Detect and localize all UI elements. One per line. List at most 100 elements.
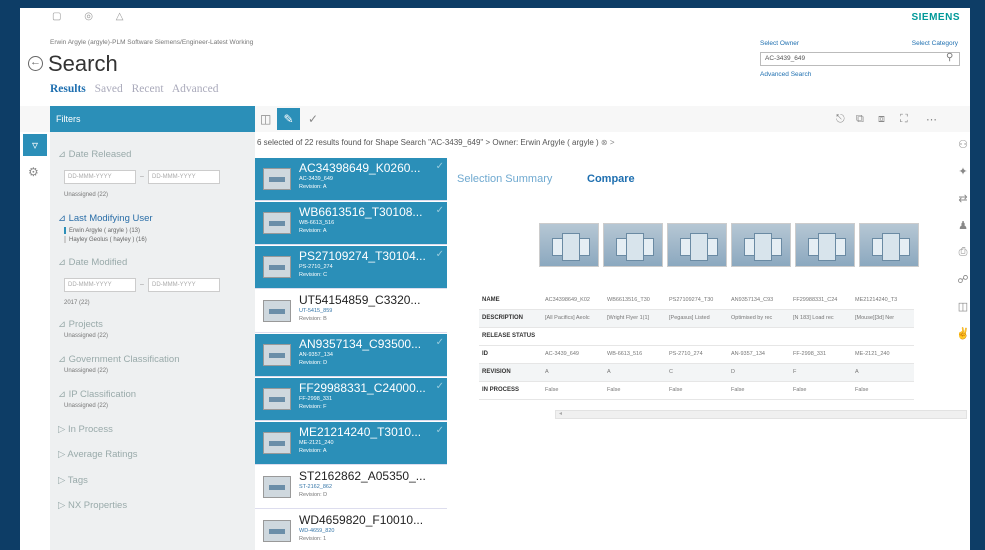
filter-average-ratings[interactable]: ▷ Average Ratings <box>58 449 137 460</box>
tab-recent[interactable]: Recent <box>132 83 164 95</box>
tab-selection-summary[interactable]: Selection Summary <box>457 173 552 185</box>
checkmark-icon[interactable]: ✓ <box>308 112 318 126</box>
filter-date-modified[interactable]: ⊿ Date Modified <box>58 257 127 268</box>
compare-cell: PS-2710_274 <box>666 345 728 364</box>
filter-tags[interactable]: ▷ Tags <box>58 475 88 486</box>
compare-cell <box>542 327 604 346</box>
compare-row-label: NAME <box>479 291 542 310</box>
year-count[interactable]: 2017 (22) <box>64 300 90 306</box>
result-row[interactable]: ST2162862_A05350_... ST-2162_862 Revision:… <box>255 466 447 509</box>
result-row[interactable]: PS27109274_T30104... PS-2710_274 Revision:… <box>255 246 447 289</box>
open-icon[interactable]: ⧈ <box>878 113 885 126</box>
owner-search-input[interactable]: AC-3439_649 <box>760 52 960 66</box>
date-modified-from[interactable]: DD-MMM-YYYY <box>64 278 136 292</box>
compare-row-label: DESCRIPTION <box>479 309 542 328</box>
compare-cell: ME-2121_240 <box>852 345 914 364</box>
fullscreen-icon[interactable]: ⛶ <box>900 113 908 126</box>
filter-projects[interactable]: ⊿ Projects <box>58 319 103 330</box>
tab-advanced[interactable]: Advanced <box>172 83 219 95</box>
result-revision: Revision: F <box>299 404 327 410</box>
part-thumbnail <box>263 432 291 454</box>
advanced-search-link[interactable]: Advanced Search <box>760 71 811 78</box>
ip-count[interactable]: Unassigned (22) <box>64 403 108 409</box>
edit-pencil-icon[interactable]: ✎ <box>277 108 300 130</box>
result-row[interactable]: WB6613516_T30108... WB-6613_516 Revision: … <box>255 202 447 245</box>
compare-cell <box>666 327 728 346</box>
filter-nx-properties[interactable]: ▷ NX Properties <box>58 500 127 511</box>
selected-check-icon[interactable]: ✓ <box>436 337 444 348</box>
result-id[interactable]: WD-4659_820 <box>299 528 334 534</box>
result-id[interactable]: ME-2121_240 <box>299 440 334 446</box>
compare-row-label: RELEASE STATUS <box>479 327 542 346</box>
swap-icon[interactable]: ⇄ <box>956 192 970 219</box>
result-row[interactable]: WD4659820_F10010... WD-4659_820 Revision: … <box>255 510 447 550</box>
projects-count[interactable]: Unassigned (22) <box>64 333 108 339</box>
compare-row: IN PROCESS False False False False False False <box>479 381 914 400</box>
selected-check-icon[interactable]: ✓ <box>436 205 444 216</box>
settings-gear-icon[interactable]: ⚙ <box>28 165 39 179</box>
result-row[interactable]: AC34398649_K0260... AC-3439_649 Revision: … <box>255 158 447 201</box>
result-id[interactable]: AN-9357_134 <box>299 352 333 358</box>
part-thumbnail <box>263 256 291 278</box>
select-category-label[interactable]: Select Category <box>912 40 958 47</box>
compare-row-label: IN PROCESS <box>479 381 542 400</box>
compare-cell: A <box>852 363 914 382</box>
panel-toggle-icon[interactable]: ◫ <box>260 112 271 126</box>
document-icon[interactable]: ◫ <box>956 300 970 327</box>
part-thumbnail <box>263 520 291 542</box>
filter-last-modifying-user[interactable]: ⊿ Last Modifying User <box>58 213 153 224</box>
compare-cell: AC-3439_649 <box>542 345 604 364</box>
selected-check-icon[interactable]: ✓ <box>436 249 444 260</box>
date-modified-to[interactable]: DD-MMM-YYYY <box>148 278 220 292</box>
print-icon[interactable]: ⎙ <box>956 246 970 273</box>
date-released-to[interactable]: DD-MMM-YYYY <box>148 170 220 184</box>
link-icon[interactable]: ☍ <box>956 273 970 300</box>
result-id[interactable]: AC-3439_649 <box>299 176 333 182</box>
result-id[interactable]: ST-2162_862 <box>299 484 332 490</box>
owner-filter-chip[interactable]: Owner: Erwin Argyle ( argyle ) <box>492 138 598 147</box>
remove-filter-icon[interactable]: ⊗ > <box>601 138 615 147</box>
window-icons[interactable]: ▢ ◎ △ <box>52 11 133 22</box>
user-search-icon[interactable]: ⚇ <box>956 138 970 165</box>
tab-results[interactable]: Results <box>50 83 86 95</box>
user-filter-item[interactable]: Hayley Geolus ( hayley ) (16) <box>64 236 147 243</box>
filter-funnel-icon[interactable]: ▿ <box>23 134 47 156</box>
selected-check-icon[interactable]: ✓ <box>436 425 444 436</box>
filter-date-modified-label: Date Modified <box>68 257 128 268</box>
tab-compare[interactable]: Compare <box>587 173 635 185</box>
horizontal-scrollbar[interactable]: ◂ <box>555 410 967 419</box>
people-icon[interactable]: ♟ <box>956 219 970 246</box>
result-row[interactable]: FF29988331_C24000... FF-2998_331 Revision:… <box>255 378 447 421</box>
result-revision: Revision: 1 <box>299 536 327 542</box>
app-window: ▢ ◎ △ SIEMENS Erwin Argyle (argyle)-PLM … <box>20 8 970 550</box>
selected-check-icon[interactable]: ✓ <box>436 161 444 172</box>
user-filter-item[interactable]: Erwin Argyle ( argyle ) (13) <box>64 227 140 234</box>
share-icon[interactable]: ⎋ <box>836 113 845 126</box>
result-id[interactable]: WB-6613_516 <box>299 220 334 226</box>
filter-date-released[interactable]: ⊿ Date Released <box>58 149 131 160</box>
selected-check-icon[interactable]: ✓ <box>436 381 444 392</box>
filter-government-classification[interactable]: ⊿ Government Classification <box>58 354 180 365</box>
result-id[interactable]: UT-5415_859 <box>299 308 332 314</box>
search-icon[interactable]: ⚲ <box>946 52 953 63</box>
gov-count[interactable]: Unassigned (22) <box>64 368 108 374</box>
date-released-from[interactable]: DD-MMM-YYYY <box>64 170 136 184</box>
tab-saved[interactable]: Saved <box>95 83 123 95</box>
filter-in-process-label: In Process <box>67 424 113 435</box>
unassigned-count[interactable]: Unassigned (22) <box>64 192 108 198</box>
result-row[interactable]: ME21214240_T3010... ME-2121_240 Revision: … <box>255 422 447 465</box>
filter-in-process[interactable]: ▷ In Process <box>58 424 113 435</box>
select-owner-label[interactable]: Select Owner <box>760 40 799 47</box>
filter-ip-classification[interactable]: ⊿ IP Classification <box>58 389 136 400</box>
result-row[interactable]: AN9357134_C93500... AN-9357_134 Revision: … <box>255 334 447 377</box>
result-id[interactable]: PS-2710_274 <box>299 264 333 270</box>
result-id[interactable]: FF-2998_331 <box>299 396 332 402</box>
structure-icon[interactable]: ✦ <box>956 165 970 192</box>
result-revision: Revision: B <box>299 316 327 322</box>
compare-cell <box>604 327 666 346</box>
copy-icon[interactable]: ⧉ <box>856 113 864 126</box>
back-icon[interactable]: ← <box>28 56 43 71</box>
more-icon[interactable]: ⋯ <box>926 113 937 126</box>
sign-icon[interactable]: ✌ <box>956 327 970 354</box>
result-row[interactable]: UT54154859_C3320... UT-5415_859 Revision: … <box>255 290 447 333</box>
